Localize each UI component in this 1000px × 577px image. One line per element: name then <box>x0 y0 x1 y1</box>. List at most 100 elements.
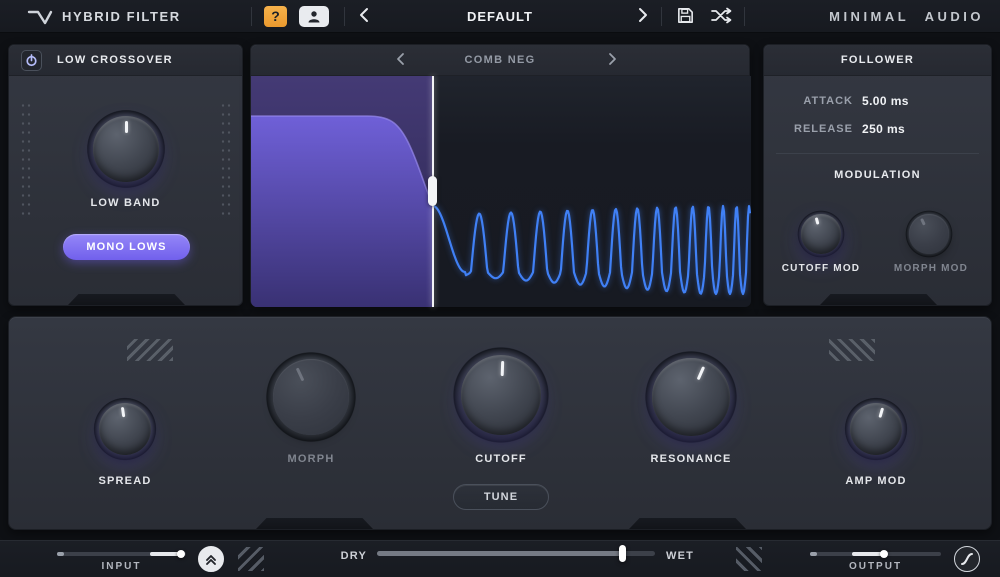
resonance-knob[interactable] <box>644 350 738 444</box>
save-preset-button[interactable] <box>672 5 698 28</box>
divider <box>776 153 979 154</box>
preset-prev-button[interactable] <box>352 5 376 28</box>
knob-body <box>273 359 349 435</box>
filter-type-name[interactable]: COMB NEG <box>251 45 749 76</box>
knob-indicator <box>124 121 128 134</box>
knob-body <box>93 116 159 182</box>
attack-value[interactable]: 5.00 ms <box>862 94 932 109</box>
cutoff-knob[interactable] <box>452 346 550 444</box>
mono-lows-button[interactable]: MONO LOWS <box>63 234 190 260</box>
divider <box>251 7 252 26</box>
output-label: OUTPUT <box>848 561 903 572</box>
knob-indicator <box>296 367 305 382</box>
slider-fill <box>377 551 623 556</box>
knob-indicator <box>920 218 927 227</box>
attack-label: ATTACK <box>803 95 853 107</box>
spread-label: SPREAD <box>98 475 152 487</box>
wet-label: WET <box>666 550 695 562</box>
app-title: HYBRID FILTER <box>62 9 181 24</box>
save-icon <box>677 7 693 23</box>
knob-body <box>98 402 152 456</box>
filter-display-header: COMB NEG <box>251 45 749 76</box>
morph-label: MORPH <box>287 453 335 465</box>
footer-bar: INPUT DRY WET OUTPUT <box>0 540 1000 577</box>
knob-indicator <box>120 406 125 417</box>
chevron-up-double-icon <box>206 555 216 565</box>
release-value[interactable]: 250 ms <box>862 122 932 137</box>
brand-logo-icon <box>27 10 53 25</box>
low-band-knob[interactable] <box>86 109 166 189</box>
comb-response-curve <box>432 204 751 296</box>
divider <box>744 7 745 26</box>
amp-mod-knob[interactable] <box>844 397 908 461</box>
output-slider[interactable] <box>810 550 941 558</box>
user-icon <box>308 11 320 23</box>
cutoff-mod-label: CUTOFF MOD <box>781 263 861 274</box>
input-label: INPUT <box>101 561 142 572</box>
help-button[interactable]: ? <box>264 6 287 27</box>
filter-type-next-button[interactable] <box>600 49 624 72</box>
slider-cap <box>57 552 64 556</box>
knob-indicator <box>878 407 884 418</box>
chevron-left-icon <box>360 8 368 22</box>
panel-title: LOW CROSSOVER <box>57 54 173 66</box>
knob-body <box>460 354 542 436</box>
filter-response-graph <box>251 76 751 307</box>
input-slider[interactable] <box>57 550 186 558</box>
spread-knob[interactable] <box>93 397 157 461</box>
expand-panel-button[interactable] <box>198 546 224 572</box>
filter-fill <box>251 116 433 307</box>
crossover-power-toggle[interactable] <box>21 50 42 71</box>
filter-display-area[interactable] <box>251 76 751 307</box>
hatch-decor <box>238 547 264 571</box>
panel-notch-decor <box>820 294 937 305</box>
morph-mod-knob[interactable] <box>905 210 953 258</box>
low-crossover-panel: LOW CROSSOVER LOW BAND MONO LOWS <box>8 44 243 306</box>
power-icon <box>26 54 37 67</box>
low-crossover-header: LOW CROSSOVER <box>9 45 242 76</box>
tune-button[interactable]: TUNE <box>453 484 549 510</box>
preset-name[interactable]: DEFAULT <box>400 0 600 33</box>
dry-wet-handle[interactable] <box>619 545 626 562</box>
panel-notch-decor <box>68 294 185 305</box>
chevron-right-icon <box>639 8 647 22</box>
hatch-decor <box>829 339 875 361</box>
slider-cap <box>810 552 817 556</box>
morph-knob[interactable] <box>265 351 357 443</box>
input-slider-handle[interactable] <box>177 550 185 558</box>
resonance-label: RESONANCE <box>650 453 732 465</box>
brand-wordmark: MINIMAL AUDIO <box>829 9 984 24</box>
randomize-preset-button[interactable] <box>708 5 734 28</box>
crossover-split-handle[interactable] <box>428 176 437 206</box>
follower-panel: FOLLOWER ATTACK 5.00 ms RELEASE 250 ms M… <box>763 44 992 306</box>
panel-notch-decor <box>629 518 746 529</box>
main-controls-panel: SPREAD MORPH CUTOFF TUNE RESONANCE AMP M… <box>8 316 992 530</box>
knob-body <box>652 358 730 436</box>
knob-body <box>909 214 949 254</box>
amp-mod-label: AMP MOD <box>845 475 907 487</box>
knob-body <box>849 402 903 456</box>
cutoff-label: CUTOFF <box>475 453 527 465</box>
modulation-title: MODULATION <box>834 169 921 181</box>
low-band-label: LOW BAND <box>90 197 161 209</box>
output-slider-handle[interactable] <box>880 550 888 558</box>
plugin-window: HYBRID FILTER ? DEFAULT MINIMAL AUDIO LO… <box>0 0 1000 577</box>
dry-wet-slider[interactable] <box>377 545 655 562</box>
cutoff-mod-knob[interactable] <box>797 210 845 258</box>
output-curve-button[interactable] <box>954 546 980 572</box>
knob-indicator <box>815 217 820 226</box>
filter-display-panel: COMB NEG <box>250 44 751 307</box>
knob-body <box>801 214 841 254</box>
hatch-decor <box>127 339 173 361</box>
header-bar: HYBRID FILTER ? DEFAULT MINIMAL AUDIO <box>0 0 1000 33</box>
preset-next-button[interactable] <box>631 5 655 28</box>
hatch-decor <box>736 547 762 571</box>
user-account-button[interactable] <box>299 6 329 27</box>
chevron-right-icon <box>608 53 616 65</box>
panel-title: FOLLOWER <box>840 54 915 66</box>
release-label: RELEASE <box>794 123 853 135</box>
shuffle-icon <box>711 7 732 23</box>
divider <box>661 7 662 26</box>
s-curve-icon <box>961 553 973 565</box>
dry-label: DRY <box>340 550 367 562</box>
